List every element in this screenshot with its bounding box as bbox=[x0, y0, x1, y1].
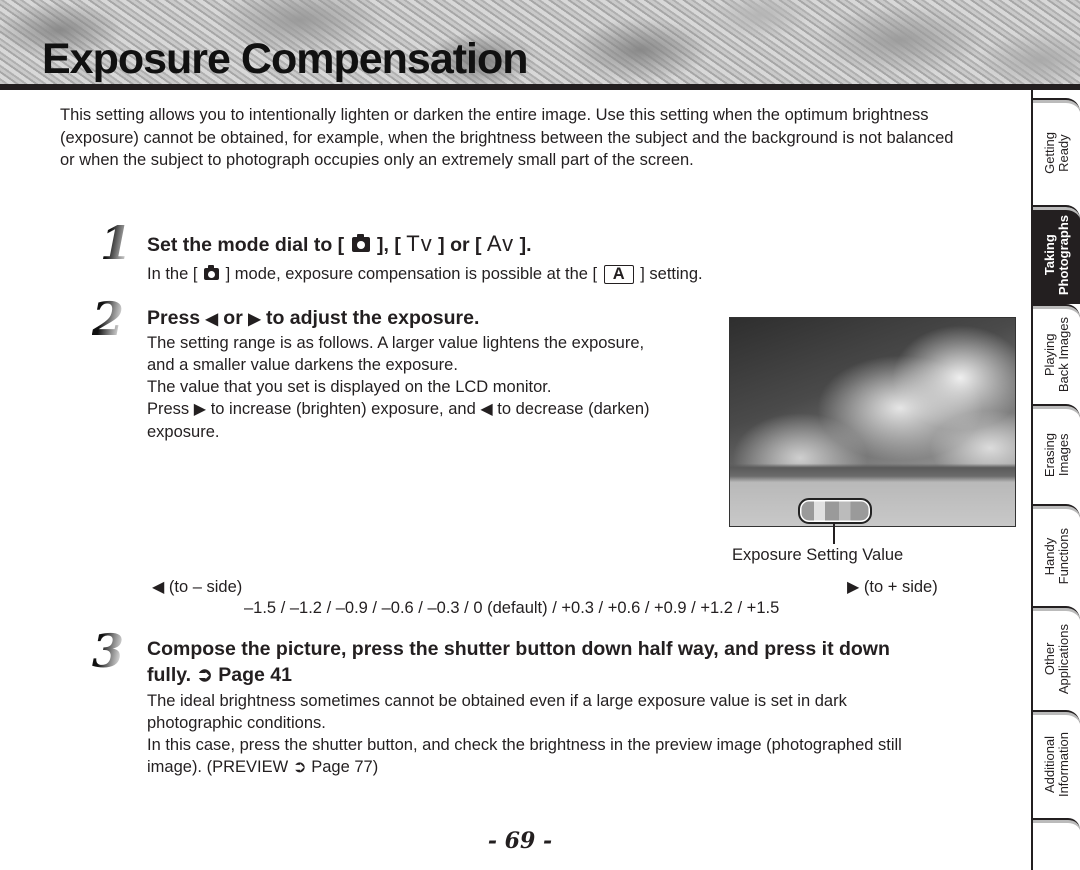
step-3-body-line: The ideal brightness sometimes cannot be… bbox=[147, 692, 847, 710]
av-mode-label: Av bbox=[486, 231, 515, 256]
page-ref-icon: ➲ bbox=[292, 758, 307, 776]
step-1-body-suffix: ] setting. bbox=[640, 265, 703, 283]
tab-erasing-images[interactable]: Erasing Images bbox=[1033, 404, 1080, 504]
tab-label: Getting Ready bbox=[1041, 131, 1071, 174]
step-3-heading-line2: fully. ➲ Page 41 bbox=[147, 662, 890, 688]
left-arrow-icon: ◀ bbox=[152, 579, 165, 596]
range-minus-label: (to – side) bbox=[168, 578, 243, 596]
auto-mode-icon: A bbox=[603, 265, 634, 284]
page-ref-link[interactable]: Page 41 bbox=[218, 664, 292, 686]
tab-getting-ready[interactable]: Getting Ready bbox=[1033, 98, 1080, 205]
tv-mode-label: Tv bbox=[406, 231, 433, 256]
step-2-heading-suffix: to adjust the exposure. bbox=[265, 307, 480, 329]
step-3-heading-line1: Compose the picture, press the shutter b… bbox=[147, 638, 890, 660]
step-2-body-line: exposure. bbox=[147, 423, 220, 441]
step-2-body-line: The setting range is as follows. A large… bbox=[147, 334, 645, 352]
intro-paragraph: This setting allows you to intentionally… bbox=[60, 106, 954, 169]
step-1-number: 1 bbox=[100, 216, 133, 270]
tab-additional-information[interactable]: Additional Information bbox=[1033, 710, 1080, 818]
step-2-body-line: and a smaller value darkens the exposure… bbox=[147, 356, 458, 374]
tab-handy-functions[interactable]: Handy Functions bbox=[1033, 504, 1080, 606]
step-3-heading: Compose the picture, press the shutter b… bbox=[147, 636, 890, 688]
step-2-body: The setting range is as follows. A large… bbox=[147, 332, 727, 443]
step-1-body-prefix: In the [ bbox=[147, 265, 198, 283]
step-3-body-line: photographic conditions. bbox=[147, 714, 326, 732]
page-number: - 69 - bbox=[487, 828, 553, 854]
range-plus-side: ▶ (to + side) bbox=[847, 577, 938, 597]
camera-mode-icon bbox=[204, 265, 220, 280]
step-1-heading-mid2: ] or [ bbox=[438, 234, 482, 256]
step-1-heading-prefix: Set the mode dial to [ bbox=[147, 234, 345, 256]
camera-mode-icon bbox=[351, 234, 370, 252]
lcd-preview-photo bbox=[729, 317, 1016, 527]
right-arrow-icon: ▶ bbox=[847, 579, 860, 596]
step-1-body-mid: ] mode, exposure compensation is possibl… bbox=[225, 265, 598, 283]
step-2-heading-or: or bbox=[223, 307, 243, 329]
tab-taking-photographs[interactable]: Taking Photographs bbox=[1033, 205, 1080, 304]
step-2-body-press-line: Press ▶ to increase (brighten) exposure,… bbox=[147, 398, 727, 421]
step-1-heading: Set the mode dial to [ ], [ Tv ] or [ Av… bbox=[147, 231, 532, 258]
step-2-body-line: The value that you set is displayed on t… bbox=[147, 378, 552, 396]
step-3-body: The ideal brightness sometimes cannot be… bbox=[147, 690, 1017, 778]
step-3-body-line: In this case, press the shutter button, … bbox=[147, 736, 902, 754]
left-arrow-icon: ◀ bbox=[480, 401, 493, 418]
left-arrow-icon: ◀ bbox=[205, 311, 218, 328]
tab-label: Additional Information bbox=[1041, 732, 1071, 798]
step-3-heading-prefix: fully. bbox=[147, 664, 192, 686]
tab-label: Erasing Images bbox=[1041, 432, 1071, 478]
range-minus-side: ◀ (to – side) bbox=[152, 577, 242, 597]
tab-label: Taking Photographs bbox=[1041, 215, 1071, 296]
press-mid: to increase (brighten) exposure, and bbox=[210, 400, 476, 418]
preview-prefix: image). (PREVIEW bbox=[147, 758, 289, 776]
tab-label: Playing Back Images bbox=[1041, 317, 1071, 393]
press-suffix: to decrease (darken) bbox=[497, 400, 650, 418]
page-title: Exposure Compensation bbox=[42, 35, 529, 83]
step-1-body: In the [ ] mode, exposure compensation i… bbox=[147, 263, 703, 285]
exposure-range-values: –1.5 / –1.2 / –0.9 / –0.6 / –0.3 / 0 (de… bbox=[244, 599, 780, 617]
tab-label: Handy Functions bbox=[1041, 527, 1071, 585]
tab-playing-back-images[interactable]: Playing Back Images bbox=[1033, 304, 1080, 404]
exposure-value-indicator bbox=[798, 498, 872, 524]
step-2-number: 2 bbox=[92, 292, 125, 346]
tab-other-applications[interactable]: Other Applications bbox=[1033, 606, 1080, 710]
step-3-number: 3 bbox=[92, 624, 125, 678]
right-arrow-icon: ▶ bbox=[193, 401, 207, 418]
step-2-heading-prefix: Press bbox=[147, 307, 201, 329]
header-rule bbox=[0, 84, 1080, 90]
step-2-heading: Press ◀ or ▶ to adjust the exposure. bbox=[147, 305, 479, 333]
sidebar-tab-end bbox=[1033, 818, 1080, 830]
press-prefix: Press bbox=[147, 400, 190, 418]
preview-page-link[interactable]: Page 77) bbox=[311, 758, 378, 776]
step-1-heading-mid1: ], [ bbox=[377, 234, 401, 256]
callout-line bbox=[833, 522, 835, 544]
step-3-body-last-line: image). (PREVIEW ➲ Page 77) bbox=[147, 756, 1017, 778]
range-plus-label: (to + side) bbox=[863, 578, 938, 596]
step-1-heading-suffix: ]. bbox=[519, 234, 532, 256]
right-arrow-icon: ▶ bbox=[248, 311, 261, 328]
page-ref-icon: ➲ bbox=[196, 664, 213, 686]
tab-label: Other Applications bbox=[1041, 623, 1071, 695]
figure-caption: Exposure Setting Value bbox=[732, 546, 904, 564]
